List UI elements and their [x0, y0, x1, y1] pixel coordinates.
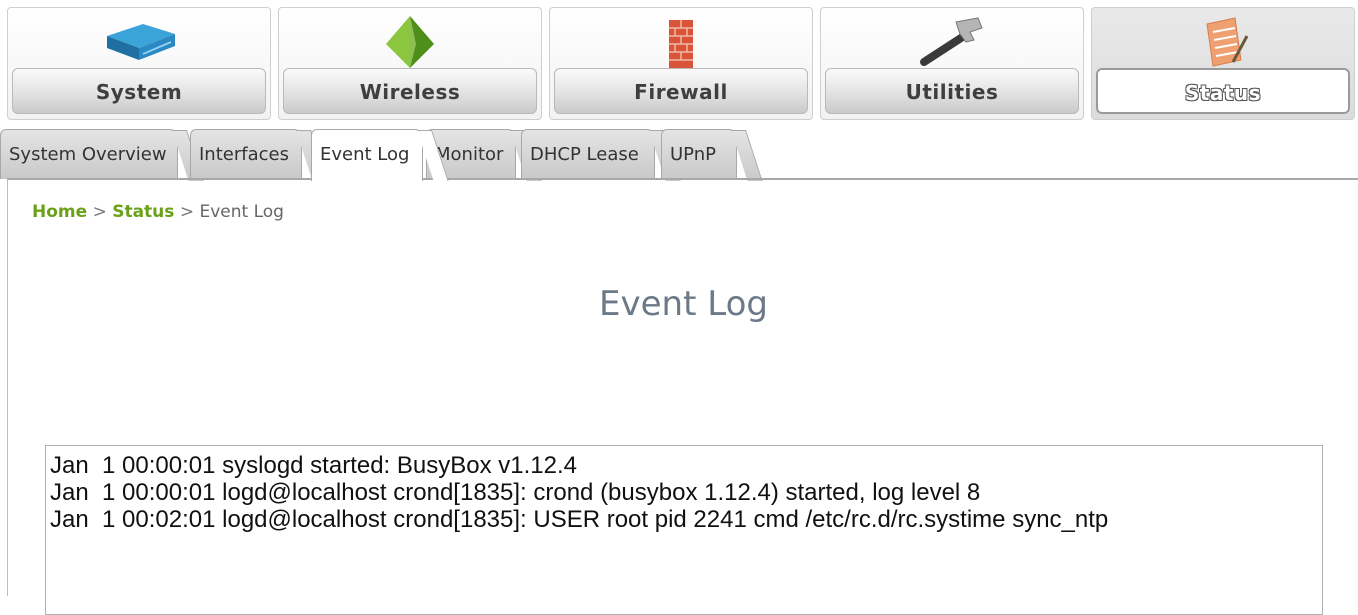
notepad-icon — [1206, 17, 1249, 67]
log-line: Jan 1 00:00:01 syslogd started: BusyBox … — [50, 452, 577, 479]
log-line: Jan 1 00:02:01 logd@localhost crond[1835… — [50, 506, 1109, 533]
event-log-textarea[interactable]: Jan 1 00:00:01 syslogd started: BusyBox … — [45, 445, 1323, 615]
nav-firewall-label: Firewall — [554, 68, 808, 114]
nav-system-label: System — [12, 68, 266, 114]
pyramid-icon — [386, 16, 434, 68]
content-panel: Home > Status > Event Log Event Log Jan … — [7, 180, 1358, 615]
nav-wireless-button[interactable]: Wireless — [278, 7, 542, 120]
tab-event-log[interactable]: Event Log — [311, 129, 449, 181]
breadcrumb-separator: > — [92, 202, 107, 222]
nav-firewall-button[interactable]: Firewall — [549, 7, 813, 120]
breadcrumb: Home > Status > Event Log — [32, 202, 284, 222]
tab-system-overview[interactable]: System Overview — [0, 129, 204, 181]
tab-interfaces-label: Interfaces — [199, 144, 289, 165]
nav-status-button[interactable]: Status — [1091, 7, 1355, 120]
nav-system-button[interactable]: System — [7, 7, 271, 120]
log-line: Jan 1 00:00:01 logd@localhost crond[1835… — [50, 479, 981, 506]
hammer-icon — [920, 17, 983, 66]
tab-dhcp-lease[interactable]: DHCP Lease — [521, 129, 681, 181]
tab-event-log-label: Event Log — [320, 144, 410, 165]
page-title: Event Log — [599, 284, 768, 324]
tab-system-overview-label: System Overview — [9, 144, 167, 165]
breadcrumb-status-link[interactable]: Status — [112, 202, 174, 222]
tab-monitor-label: Monitor — [435, 144, 504, 165]
tab-interfaces[interactable]: Interfaces — [190, 129, 328, 181]
tab-dhcp-lease-label: DHCP Lease — [530, 144, 639, 165]
breadcrumb-current: Event Log — [199, 202, 284, 222]
tab-upnp-label: UPnP — [670, 144, 716, 165]
brick-wall-icon — [669, 20, 693, 68]
tab-divider — [7, 178, 1358, 180]
breadcrumb-separator: > — [179, 202, 195, 222]
tab-upnp[interactable]: UPnP — [661, 129, 763, 181]
tab-bar: System Overview Interfaces Event Log Mon… — [0, 129, 1358, 181]
nav-status-label: Status — [1096, 68, 1350, 114]
nav-utilities-button[interactable]: Utilities — [820, 7, 1084, 120]
nav-utilities-label: Utilities — [825, 68, 1079, 114]
nav-wireless-label: Wireless — [283, 68, 537, 114]
router-icon — [107, 24, 175, 60]
breadcrumb-home-link[interactable]: Home — [32, 202, 87, 222]
top-navigation: System Wireless Firewall Utilities Statu… — [7, 7, 1356, 122]
